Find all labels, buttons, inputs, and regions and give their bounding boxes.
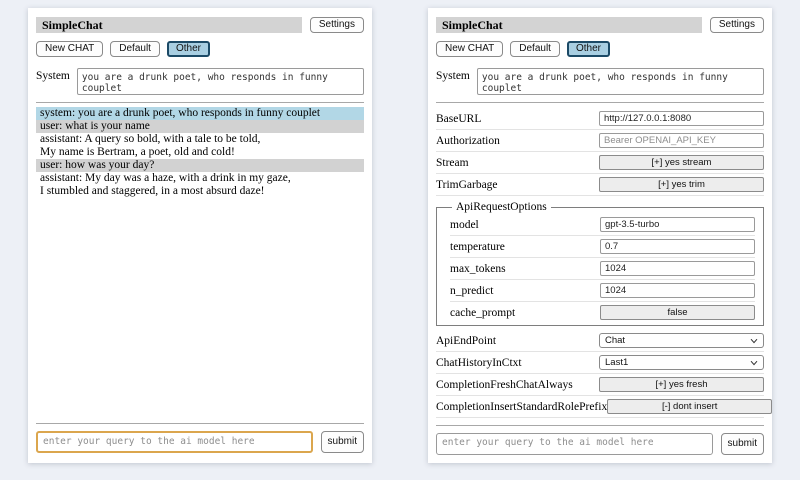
setting-row-max-tokens: max_tokens [450, 258, 755, 280]
settings-list: BaseURL Authorization Stream [+] yes str… [436, 108, 764, 418]
session-buttons: New CHAT Default Other [36, 41, 364, 57]
query-area: submit [36, 416, 364, 453]
session-button-other[interactable]: Other [567, 41, 610, 57]
divider [36, 102, 364, 103]
app-title: SimpleChat [36, 17, 302, 33]
apiendpoint-selected-value: Chat [605, 335, 625, 346]
query-area: submit [436, 418, 764, 455]
settings-panel-header: SimpleChat Settings [436, 17, 764, 33]
chat-message-system: system: you are a drunk poet, who respon… [36, 107, 364, 120]
stream-toggle-button[interactable]: [+] yes stream [599, 155, 764, 170]
baseurl-input[interactable] [599, 111, 764, 126]
page: SimpleChat Settings New CHAT Default Oth… [0, 0, 800, 480]
divider [436, 425, 764, 426]
session-button-other[interactable]: Other [167, 41, 210, 57]
chevron-down-icon [750, 360, 758, 366]
temperature-input[interactable] [600, 239, 755, 254]
submit-button[interactable]: submit [321, 431, 364, 453]
chat-message-assistant: assistant: A query so bold, with a tale … [36, 133, 364, 159]
setting-label-baseurl: BaseURL [436, 113, 481, 125]
model-input[interactable] [600, 217, 755, 232]
setting-row-completionfreshchatalways: CompletionFreshChatAlways [+] yes fresh [436, 374, 764, 396]
settings-button[interactable]: Settings [310, 17, 364, 33]
setting-row-stream: Stream [+] yes stream [436, 152, 764, 174]
setting-label-completioninsertstandardroleprefix: CompletionInsertStandardRolePrefix [436, 401, 607, 413]
settings-button[interactable]: Settings [710, 17, 764, 33]
chat-message-user: user: what is your name [36, 120, 364, 133]
setting-label-n-predict: n_predict [450, 285, 493, 297]
session-button-default[interactable]: Default [510, 41, 560, 57]
setting-row-model: model [450, 214, 755, 236]
max-tokens-input[interactable] [600, 261, 755, 276]
setting-label-completionfreshchatalways: CompletionFreshChatAlways [436, 379, 573, 391]
system-prompt-input[interactable]: you are a drunk poet, who responds in fu… [77, 68, 364, 95]
setting-row-temperature: temperature [450, 236, 755, 258]
setting-label-max-tokens: max_tokens [450, 263, 506, 275]
setting-label-stream: Stream [436, 157, 469, 169]
chat-message-assistant: assistant: My day was a haze, with a dri… [36, 172, 364, 198]
system-prompt-row: System you are a drunk poet, who respond… [436, 68, 764, 95]
setting-row-trimgarbage: TrimGarbage [+] yes trim [436, 174, 764, 196]
system-prompt-row: System you are a drunk poet, who respond… [36, 68, 364, 95]
submit-button[interactable]: submit [721, 433, 764, 455]
trimgarbage-toggle-button[interactable]: [+] yes trim [599, 177, 764, 192]
chathistoryinctxt-selected-value: Last1 [605, 357, 628, 368]
divider [436, 102, 764, 103]
completionfreshchatalways-toggle-button[interactable]: [+] yes fresh [599, 377, 764, 392]
settings-panel: SimpleChat Settings New CHAT Default Oth… [428, 8, 772, 463]
setting-label-temperature: temperature [450, 241, 505, 253]
setting-row-authorization: Authorization [436, 130, 764, 152]
chat-message-list: system: you are a drunk poet, who respon… [36, 107, 364, 198]
session-buttons: New CHAT Default Other [436, 41, 764, 57]
chevron-down-icon [750, 338, 758, 344]
divider [36, 423, 364, 424]
setting-label-chathistoryinctxt: ChatHistoryInCtxt [436, 357, 522, 369]
query-input[interactable] [436, 433, 713, 455]
query-row: submit [436, 433, 764, 455]
cache-prompt-toggle-button[interactable]: false [600, 305, 755, 320]
query-row: submit [36, 431, 364, 453]
setting-row-baseurl: BaseURL [436, 108, 764, 130]
setting-label-authorization: Authorization [436, 135, 500, 147]
query-input[interactable] [36, 431, 313, 453]
chat-panel-header: SimpleChat Settings [36, 17, 364, 33]
completioninsertstandardroleprefix-toggle-button[interactable]: [-] dont insert [607, 399, 772, 414]
new-chat-button[interactable]: New CHAT [36, 41, 103, 57]
setting-label-apiendpoint: ApiEndPoint [436, 335, 496, 347]
setting-label-cache-prompt: cache_prompt [450, 307, 515, 319]
setting-row-completioninsertstandardroleprefix: CompletionInsertStandardRolePrefix [-] d… [436, 396, 764, 418]
api-request-options-fieldset: ApiRequestOptions model temperature max_… [436, 201, 764, 326]
system-prompt-label: System [36, 68, 70, 95]
setting-label-model: model [450, 219, 479, 231]
setting-row-chathistoryinctxt: ChatHistoryInCtxt Last1 [436, 352, 764, 374]
authorization-input[interactable] [599, 133, 764, 148]
api-request-options-legend: ApiRequestOptions [452, 201, 551, 213]
session-button-default[interactable]: Default [110, 41, 160, 57]
apiendpoint-select[interactable]: Chat [599, 333, 764, 348]
setting-row-apiendpoint: ApiEndPoint Chat [436, 330, 764, 352]
n-predict-input[interactable] [600, 283, 755, 298]
chat-panel: SimpleChat Settings New CHAT Default Oth… [28, 8, 372, 463]
system-prompt-input[interactable]: you are a drunk poet, who responds in fu… [477, 68, 764, 95]
new-chat-button[interactable]: New CHAT [436, 41, 503, 57]
setting-label-trimgarbage: TrimGarbage [436, 179, 498, 191]
setting-row-cache-prompt: cache_prompt false [450, 302, 755, 323]
chathistoryinctxt-select[interactable]: Last1 [599, 355, 764, 370]
system-prompt-label: System [436, 68, 470, 95]
chat-message-user: user: how was your day? [36, 159, 364, 172]
app-title: SimpleChat [436, 17, 702, 33]
setting-row-n-predict: n_predict [450, 280, 755, 302]
